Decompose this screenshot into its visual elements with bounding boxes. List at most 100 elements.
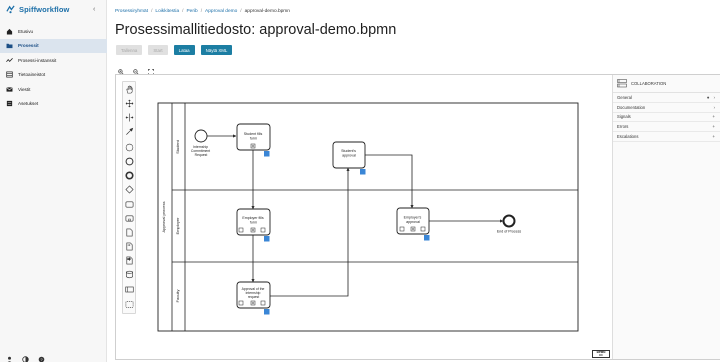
end-event-label: End of Process [497,230,522,234]
brand[interactable]: Spiffworkflow [6,5,69,14]
properties-section-general[interactable]: General ● › [613,93,720,103]
section-controls: + [712,134,715,139]
lane-label-employer: Employer [175,217,180,235]
properties-section-errors[interactable]: Errors + [613,122,720,133]
sidebar: Spiffworkflow ‹ Etusivu Prosessit Prosessi… [0,0,107,362]
toolbar: Tallenna Start Lataa Näytä XML [116,45,233,55]
end-event[interactable] [502,214,516,228]
properties-section-label: Escalations [617,134,639,140]
chevron-right-icon[interactable]: › [713,105,715,110]
pool-label: Approval process [161,202,166,233]
task-icon[interactable] [125,200,134,209]
group-icon[interactable] [125,300,134,309]
help-icon[interactable]: ? [38,350,45,362]
start-button[interactable]: Start [148,45,168,55]
gateway-icon[interactable] [125,185,134,194]
save-button[interactable]: Tallenna [116,45,143,55]
open-editor-icon [360,169,366,175]
intermediate-event-icon[interactable] [125,157,134,166]
user-icon[interactable] [6,350,13,362]
bpmn-io-logo[interactable]: BPMN IO [592,350,610,358]
add-icon[interactable]: + [712,124,715,129]
sidebar-item-label: Asetukset [18,101,39,107]
task-students-approval[interactable]: Student's approval [332,141,366,175]
data-store-icon[interactable] [125,270,134,279]
main-content: Prosessiryhmät / Loikkitestia / Perib / App… [107,0,720,362]
sidebar-item-asetukset[interactable]: Asetukset [0,97,107,111]
open-editor-icon [264,151,270,157]
lasso-tool-icon[interactable] [125,99,134,108]
subprocess-icon[interactable] [125,214,134,223]
participant-icon[interactable] [125,285,134,294]
theme-toggle-icon[interactable] [22,350,29,362]
pool[interactable] [157,102,579,332]
svg-text:Employer's approval: Employer's approval [404,216,423,225]
breadcrumb-current: approval-demo.bpmn [244,9,290,14]
data-object-icon[interactable] [125,228,134,237]
section-controls: + [712,124,715,129]
collaboration-icon [617,79,627,88]
lane-label-student: Student [175,139,180,154]
chevron-right-icon[interactable]: › [713,95,715,100]
task-employer-fills-form[interactable]: Employer fills form [236,208,271,242]
hand-tool-icon[interactable] [125,85,134,94]
svg-text:Student's approval: Student's approval [341,149,357,158]
global-connect-icon[interactable] [125,127,134,136]
collapse-sidebar-icon[interactable]: ‹ [93,6,95,13]
task-faculty-approval[interactable]: Approval of the internship request [236,281,271,315]
sidebar-item-etusivu[interactable]: Etusivu [0,24,107,38]
sidebar-item-label: Tietoaineistot [18,72,46,78]
zoom-in-icon[interactable] [118,62,124,75]
breadcrumb: Prosessiryhmät / Loikkitestia / Perib / App… [115,9,290,14]
properties-section-escalations[interactable]: Escalations + [613,132,720,142]
start-event-icon[interactable] [125,143,134,152]
properties-section-signals[interactable]: Signals + [613,113,720,123]
end-event-icon[interactable] [125,171,134,180]
page-title: Prosessimallitiedosto: approval-demo.bpm… [115,22,397,38]
sidebar-item-prosessi-instanssit[interactable]: Prosessi-instanssit [0,53,107,67]
sidebar-item-viestit[interactable]: Viestit [0,82,107,96]
properties-section-label: Signals [617,114,631,120]
bpmn-canvas[interactable]: Approval process Student Employer Facult… [116,75,612,359]
breadcrumb-link[interactable]: Perib [186,9,197,14]
tool-palette [122,81,136,314]
download-button[interactable]: Lataa [173,45,195,55]
zoom-out-icon[interactable] [133,62,139,75]
breadcrumb-link[interactable]: Loikkitestia [155,9,179,14]
breadcrumb-link[interactable]: Prosessiryhmät [115,9,148,14]
properties-section-label: Documentation [617,104,646,110]
sidebar-item-label: Prosessit [18,43,39,49]
properties-section-label: General [617,94,632,100]
fit-to-view-icon[interactable] [148,62,154,75]
sequence-flow[interactable] [365,154,414,209]
properties-header: COLLABORATION [613,75,720,93]
data-input-icon[interactable] [125,242,134,251]
properties-section-documentation[interactable]: Documentation › [613,103,720,113]
sequence-flow[interactable] [270,167,350,297]
home-icon [6,28,13,35]
add-icon[interactable]: + [712,114,715,119]
section-controls: + [712,114,715,119]
zoom-controls [118,62,154,75]
task-employers-approval[interactable]: Employer's approval [396,207,430,241]
lane-label-faculty: Faculty [175,290,180,303]
breadcrumb-link[interactable]: Approval demo [205,9,237,14]
settings-icon [6,100,13,107]
task-student-fills-form[interactable]: Student fills form [236,123,271,157]
dot-indicator-icon[interactable]: ● [707,95,710,100]
start-event[interactable] [194,129,208,143]
open-editor-icon [424,235,430,241]
view-xml-button[interactable]: Näytä XML [200,45,233,55]
sidebar-item-label: Etusivu [18,28,34,34]
section-controls: › [713,105,715,110]
spiffworkflow-logo-icon [6,5,15,14]
sidebar-item-label: Viestit [18,86,31,92]
add-icon[interactable]: + [712,134,715,139]
space-tool-icon[interactable] [125,113,134,122]
sidebar-item-prosessit[interactable]: Prosessit [0,38,107,53]
data-stores-icon [6,71,13,78]
bpmn-editor[interactable]: Approval process Student Employer Facult… [115,74,720,360]
sidebar-item-tietoaineistot[interactable]: Tietoaineistot [0,68,107,82]
properties-sections: General ● › Documentation › Signals + Errors + Es… [613,93,720,142]
data-output-icon[interactable] [125,256,134,265]
